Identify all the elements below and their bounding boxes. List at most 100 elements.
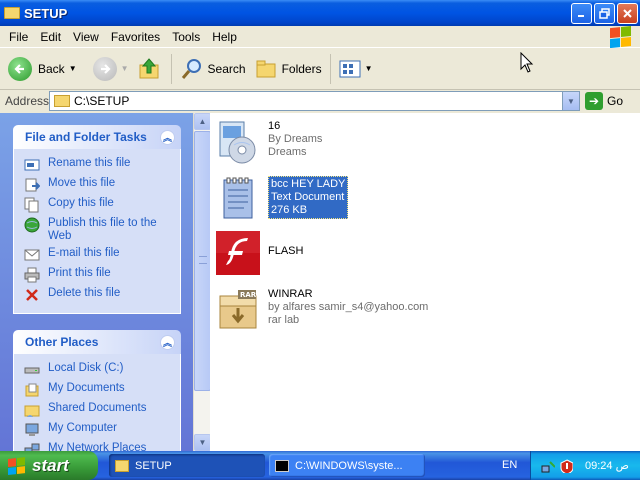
file-item-bcc-hey-lady[interactable]: bcc HEY LADY Text Document 276 KB [214,176,349,224]
menu-file[interactable]: File [0,30,34,44]
file-name: WINRAR [268,288,313,300]
minimize-button[interactable] [571,3,592,24]
scroll-up-button[interactable]: ▲ [194,113,211,130]
up-folder-icon [139,57,159,78]
back-dropdown-icon[interactable]: ▼ [69,64,77,73]
collapse-chevron-icon[interactable]: ︽ [160,334,175,350]
file-description: rar lab [268,314,300,326]
task-publish[interactable]: Publish this file to the Web [24,217,172,243]
folders-button[interactable]: Folders [250,52,326,86]
back-button[interactable]: Back ▼ [0,52,81,86]
winrar-icon: RAR [214,286,262,334]
file-folder-tasks-body: Rename this file Move this file Copy thi… [13,149,181,314]
file-name: bcc HEY LADY [271,178,346,190]
file-folder-tasks-header[interactable]: File and Folder Tasks ︽ [13,125,181,149]
task-label: E-mail this file [48,247,120,259]
svg-text:RAR: RAR [240,291,257,299]
restore-button[interactable] [594,3,615,24]
go-label: Go [607,94,624,108]
file-company: By Dreams [268,133,323,145]
mouse-cursor-icon [520,52,534,73]
up-folder-button[interactable] [133,52,167,86]
globe-icon [24,217,40,233]
file-item-flash[interactable]: FLASH [214,229,303,277]
folder-icon [4,7,20,19]
network-tray-icon[interactable] [541,459,555,473]
title-bar[interactable]: SETUP [0,0,640,26]
place-my-documents[interactable]: My Documents [24,382,172,398]
place-label: My Computer [48,422,118,434]
menu-help[interactable]: Help [206,30,243,44]
setup-icon [214,118,262,166]
window-controls [571,3,638,24]
task-label: Delete this file [48,287,121,299]
task-label: Print this file [48,267,111,279]
printer-icon [24,267,40,283]
folder-icon [115,459,129,472]
other-places-header[interactable]: Other Places ︽ [13,330,181,354]
task-rename[interactable]: Rename this file [24,157,172,173]
toolbar-separator [329,53,331,84]
copy-icon [24,197,40,213]
forward-arrow-icon [92,56,117,81]
place-my-computer[interactable]: My Computer [24,422,172,438]
go-button[interactable]: ➔ Go [585,92,623,110]
grip-icon [199,256,207,264]
task-delete[interactable]: Delete this file [24,287,172,303]
menu-edit[interactable]: Edit [34,30,67,44]
file-text: 16 By Dreams Dreams [268,118,322,159]
scroll-down-button[interactable]: ▼ [194,434,211,451]
taskbar-item-label: C:\WINDOWS\syste... [295,459,403,472]
task-print[interactable]: Print this file [24,267,172,283]
place-local-disk[interactable]: Local Disk (C:) [24,362,172,378]
start-label: start [32,455,69,475]
menu-tools[interactable]: Tools [166,30,206,44]
task-move[interactable]: Move this file [24,177,172,193]
forward-dropdown-icon: ▼ [120,64,129,73]
back-arrow-icon [8,56,32,81]
search-button[interactable]: Search [176,52,250,86]
collapse-chevron-icon[interactable]: ︽ [160,129,175,145]
my-documents-icon [24,382,40,398]
system-tray: 09:24 ص [530,451,640,480]
restore-icon [599,8,610,19]
place-shared-documents[interactable]: Shared Documents [24,402,172,418]
menu-view[interactable]: View [67,30,105,44]
address-input[interactable]: C:\SETUP ▼ [49,91,580,111]
other-places-panel: Other Places ︽ Local Disk (C:) My Docume… [13,330,181,451]
task-copy[interactable]: Copy this file [24,197,172,213]
place-my-network[interactable]: My Network Places [24,442,172,451]
file-text-selected: bcc HEY LADY Text Document 276 KB [268,176,349,219]
address-value: C:\SETUP [74,94,130,108]
file-description: Dreams [268,146,307,158]
close-button[interactable] [617,3,638,24]
views-button[interactable]: ▼ [335,52,377,86]
file-list: 16 By Dreams Dreams bcc HEY LADY Text Do… [210,113,640,451]
file-size: 276 KB [271,204,308,216]
place-label: Shared Documents [48,402,147,414]
forward-button[interactable]: ▼ [89,52,133,86]
window-title: SETUP [24,5,68,21]
language-indicator[interactable]: EN [502,459,517,471]
task-email[interactable]: E-mail this file [24,247,172,263]
network-icon [24,442,40,451]
windows-flag-icon [8,456,26,475]
security-shield-icon[interactable] [559,458,573,473]
task-pane: File and Folder Tasks ︽ Rename this file… [0,113,193,451]
file-item-16[interactable]: 16 By Dreams Dreams [214,118,322,166]
task-pane-scrollbar[interactable]: ▲ ▼ [193,113,211,451]
go-arrow-icon: ➔ [585,92,603,110]
task-label: Move this file [48,177,116,189]
taskbar-item-cmd[interactable]: C:\WINDOWS\syste... [269,454,425,477]
task-label: Rename this file [48,157,131,169]
menu-favorites[interactable]: Favorites [105,30,166,44]
place-label: My Documents [48,382,125,394]
scroll-thumb[interactable] [194,131,211,391]
file-folder-tasks-panel: File and Folder Tasks ︽ Rename this file… [13,125,181,314]
start-button[interactable]: start [0,451,98,480]
taskbar-item-setup[interactable]: SETUP [109,454,265,477]
address-dropdown-icon[interactable]: ▼ [562,92,579,110]
clock[interactable]: 09:24 ص [585,459,629,472]
file-item-winrar[interactable]: RAR WINRAR by alfares samir_s4@yahoo.com… [214,286,428,334]
task-label: Publish this file to the Web [48,217,157,242]
